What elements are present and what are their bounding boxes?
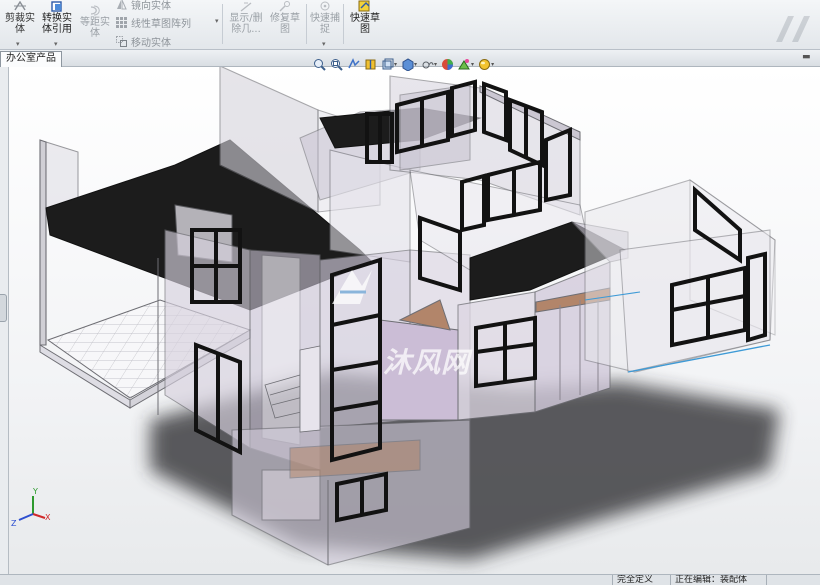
- pattern-dropdown-icon[interactable]: ▾: [215, 17, 219, 25]
- ribbon-divider: [222, 4, 223, 44]
- status-bar: 完全定义 正在编辑：装配体: [0, 574, 820, 585]
- command-ribbon: 剪裁实 体 ▾ 转换实 体引用 ▾ 等距实 体 镜向实体 线性草图阵列 ▾ 移动…: [0, 0, 820, 50]
- mirror-label: 镜向实体: [131, 1, 171, 12]
- solidworks-logo: [770, 12, 820, 46]
- zoom-to-area-icon[interactable]: [329, 57, 343, 71]
- view-orientation-dropdown-icon[interactable]: ▾: [394, 61, 397, 68]
- section-view-icon[interactable]: [363, 57, 377, 71]
- zoom-to-fit-icon[interactable]: [312, 57, 326, 71]
- trim-dropdown-icon[interactable]: ▾: [16, 40, 20, 48]
- offset-icon: [87, 4, 103, 16]
- quick-snap-label: 快速捕 捉: [310, 13, 340, 35]
- panel-collapse-handle[interactable]: [0, 294, 7, 322]
- linear-sketch-pattern-button[interactable]: 线性草图阵列: [116, 15, 191, 30]
- edit-appearance-icon[interactable]: [440, 57, 454, 71]
- triad-x-label: X: [45, 513, 51, 522]
- view-settings-dropdown-icon[interactable]: ▾: [491, 61, 494, 68]
- previous-view-icon[interactable]: [346, 57, 360, 71]
- graphics-area[interactable]: 沐风网 Y X Z: [9, 67, 820, 574]
- rapid-sketch-icon: [357, 0, 373, 12]
- apply-scene-icon[interactable]: [457, 57, 471, 71]
- house-model-view: [39, 67, 780, 566]
- status-editing: 正在编辑：装配体: [670, 575, 766, 585]
- ribbon-divider: [306, 4, 307, 44]
- quick-snaps-button[interactable]: 快速捕 捉: [309, 0, 341, 35]
- rapid-sketch-button[interactable]: 快速草 图: [347, 0, 383, 35]
- quick-snaps-icon: [317, 0, 333, 12]
- status-extra: [766, 575, 820, 585]
- trim-icon: [12, 0, 28, 12]
- trim-label: 剪裁实 体: [5, 13, 35, 35]
- restore-window-icon[interactable]: ▬: [802, 52, 811, 62]
- display-delete-relations-button[interactable]: 显示/删 除几...: [226, 0, 266, 35]
- offset-entities-button[interactable]: 等距实 体: [78, 4, 112, 39]
- triad-z-label: Z: [11, 519, 17, 528]
- repair-label: 修复草 图: [270, 13, 300, 35]
- convert-label: 转换实 体引用: [42, 13, 72, 35]
- rapid-sketch-label: 快速草 图: [350, 13, 380, 35]
- display-delete-label: 显示/删 除几...: [229, 13, 263, 35]
- display-style-dropdown-icon[interactable]: ▾: [414, 61, 417, 68]
- repair-sketch-button[interactable]: 修复草 图: [268, 0, 302, 35]
- mirror-icon: [116, 0, 127, 10]
- snap-dropdown-icon[interactable]: ▾: [322, 40, 326, 48]
- move-icon: [116, 36, 127, 47]
- watermark-text: 沐风网: [383, 346, 471, 379]
- move-entities-button[interactable]: 移动实体: [116, 34, 171, 49]
- linear-pattern-icon: [116, 17, 127, 28]
- convert-dropdown-icon[interactable]: ▾: [54, 40, 58, 48]
- repair-sketch-icon: [277, 0, 293, 12]
- move-label: 移动实体: [131, 38, 171, 49]
- mirror-entities-button[interactable]: 镜向实体: [116, 0, 171, 12]
- hide-show-dropdown-icon[interactable]: ▾: [434, 61, 437, 68]
- offset-label: 等距实 体: [80, 17, 110, 39]
- view-settings-icon[interactable]: [477, 57, 491, 71]
- convert-entities-icon: [49, 0, 65, 12]
- status-definition: 完全定义: [612, 575, 670, 585]
- linear-pattern-label: 线性草图阵列: [131, 19, 191, 30]
- display-style-icon[interactable]: [400, 57, 414, 71]
- triad-y-label: Y: [33, 487, 38, 496]
- scene-dropdown-icon[interactable]: ▾: [471, 61, 474, 68]
- hide-show-items-icon[interactable]: [420, 57, 434, 71]
- trim-entities-button[interactable]: 剪裁实 体: [4, 0, 36, 35]
- heads-up-view-toolbar: ▾ ▾ ▾ ▾ ▾: [312, 56, 494, 72]
- relations-icon: [238, 0, 254, 12]
- ribbon-divider: [343, 4, 344, 44]
- tab-document[interactable]: 办公室产品: [0, 51, 62, 67]
- view-orientation-icon[interactable]: [380, 57, 394, 71]
- convert-entities-button[interactable]: 转换实 体引用: [38, 0, 76, 35]
